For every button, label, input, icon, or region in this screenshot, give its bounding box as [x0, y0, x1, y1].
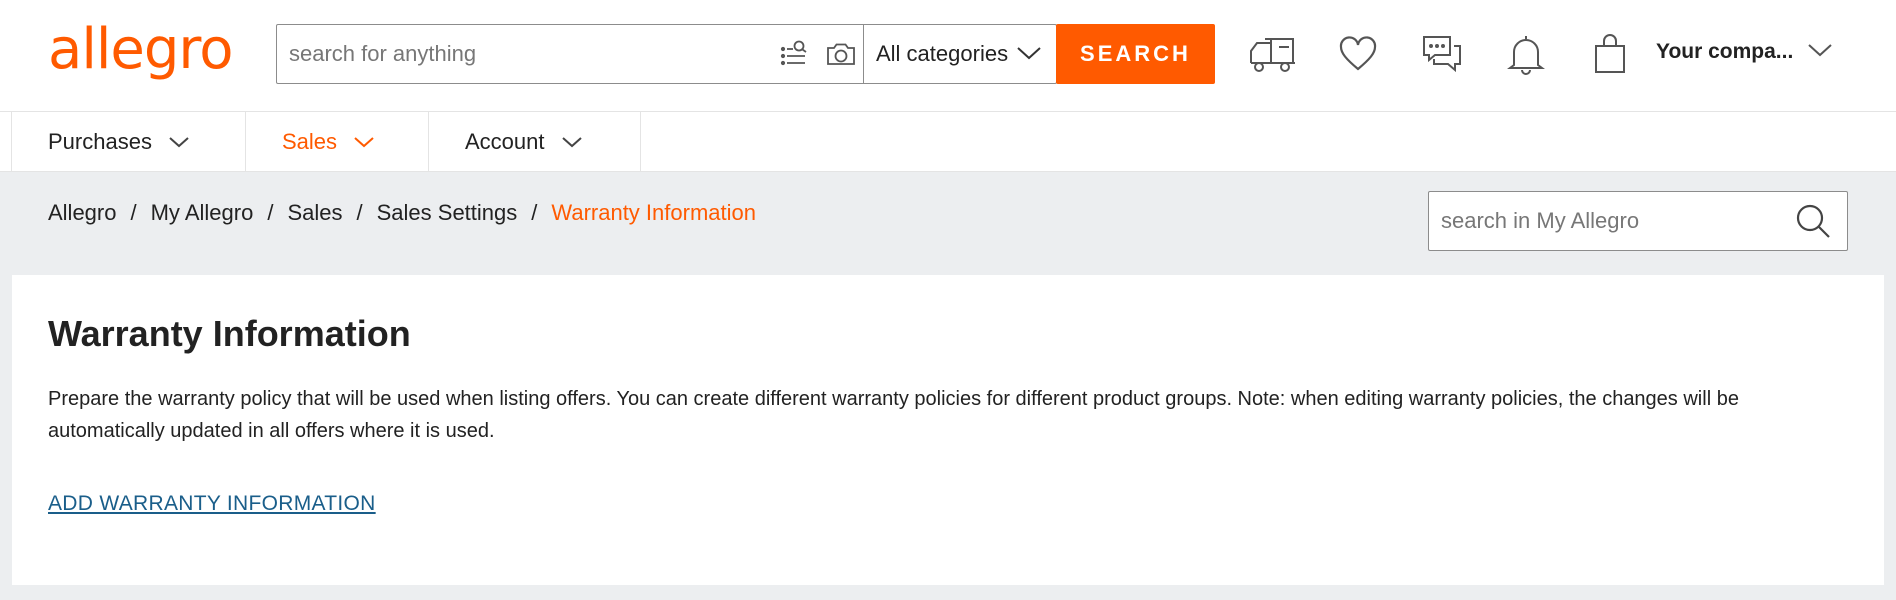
chevron-down-icon [353, 129, 375, 155]
bell-icon[interactable] [1500, 28, 1552, 80]
chat-icon[interactable] [1416, 28, 1468, 80]
content-card: Warranty Information Prepare the warrant… [12, 275, 1884, 585]
header-icons [1248, 28, 1636, 80]
account-name: Your compa... [1656, 40, 1794, 63]
allegro-logo[interactable]: allegro [48, 20, 233, 80]
category-select[interactable]: All categories [863, 25, 1056, 83]
shopping-bag-icon[interactable] [1584, 28, 1636, 80]
breadcrumb: Allegro / My Allegro / Sales / Sales Set… [48, 200, 756, 226]
breadcrumb-my-allegro[interactable]: My Allegro [151, 200, 254, 226]
tab-account[interactable]: Account [429, 112, 641, 172]
main-search-bar: All categories [276, 24, 1057, 84]
breadcrumb-separator: / [356, 200, 363, 225]
heart-icon[interactable] [1332, 28, 1384, 80]
chevron-down-icon [1807, 40, 1833, 64]
search-input[interactable] [277, 25, 779, 83]
search-tools [779, 25, 855, 83]
breadcrumb-current: Warranty Information [551, 200, 756, 225]
breadcrumb-allegro[interactable]: Allegro [48, 200, 116, 226]
camera-icon[interactable] [825, 38, 857, 70]
tab-sales[interactable]: Sales [246, 112, 429, 172]
nav-spacer [0, 112, 12, 171]
tab-label: Purchases [48, 129, 152, 154]
search-icon[interactable] [1791, 199, 1835, 243]
search-button[interactable]: SEARCH [1056, 24, 1215, 84]
my-allegro-search-input[interactable] [1429, 192, 1791, 250]
main-nav: Purchases Sales Account [0, 112, 1896, 172]
page-title: Warranty Information [48, 313, 411, 354]
page-description: Prepare the warranty policy that will be… [48, 388, 1739, 442]
header: allegro All categories [0, 0, 1896, 112]
delivery-truck-icon[interactable] [1248, 28, 1300, 80]
my-allegro-search [1428, 191, 1848, 251]
breadcrumb-sales[interactable]: Sales [287, 200, 342, 226]
tab-label: Account [465, 129, 545, 154]
category-select-value: All categories [876, 41, 1009, 66]
tab-purchases[interactable]: Purchases [12, 112, 246, 172]
chevron-down-icon [1016, 41, 1042, 67]
add-warranty-information-link[interactable]: ADD WARRANTY INFORMATION [48, 492, 376, 516]
tab-label: Sales [282, 129, 338, 154]
account-menu[interactable]: Your compa... [1656, 40, 1833, 64]
breadcrumb-sales-settings[interactable]: Sales Settings [377, 200, 518, 226]
breadcrumb-separator: / [531, 200, 538, 225]
breadcrumb-separator: / [130, 200, 137, 225]
list-search-icon[interactable] [779, 38, 809, 70]
breadcrumb-separator: / [267, 200, 274, 225]
chevron-down-icon [168, 129, 190, 155]
chevron-down-icon [561, 129, 583, 155]
